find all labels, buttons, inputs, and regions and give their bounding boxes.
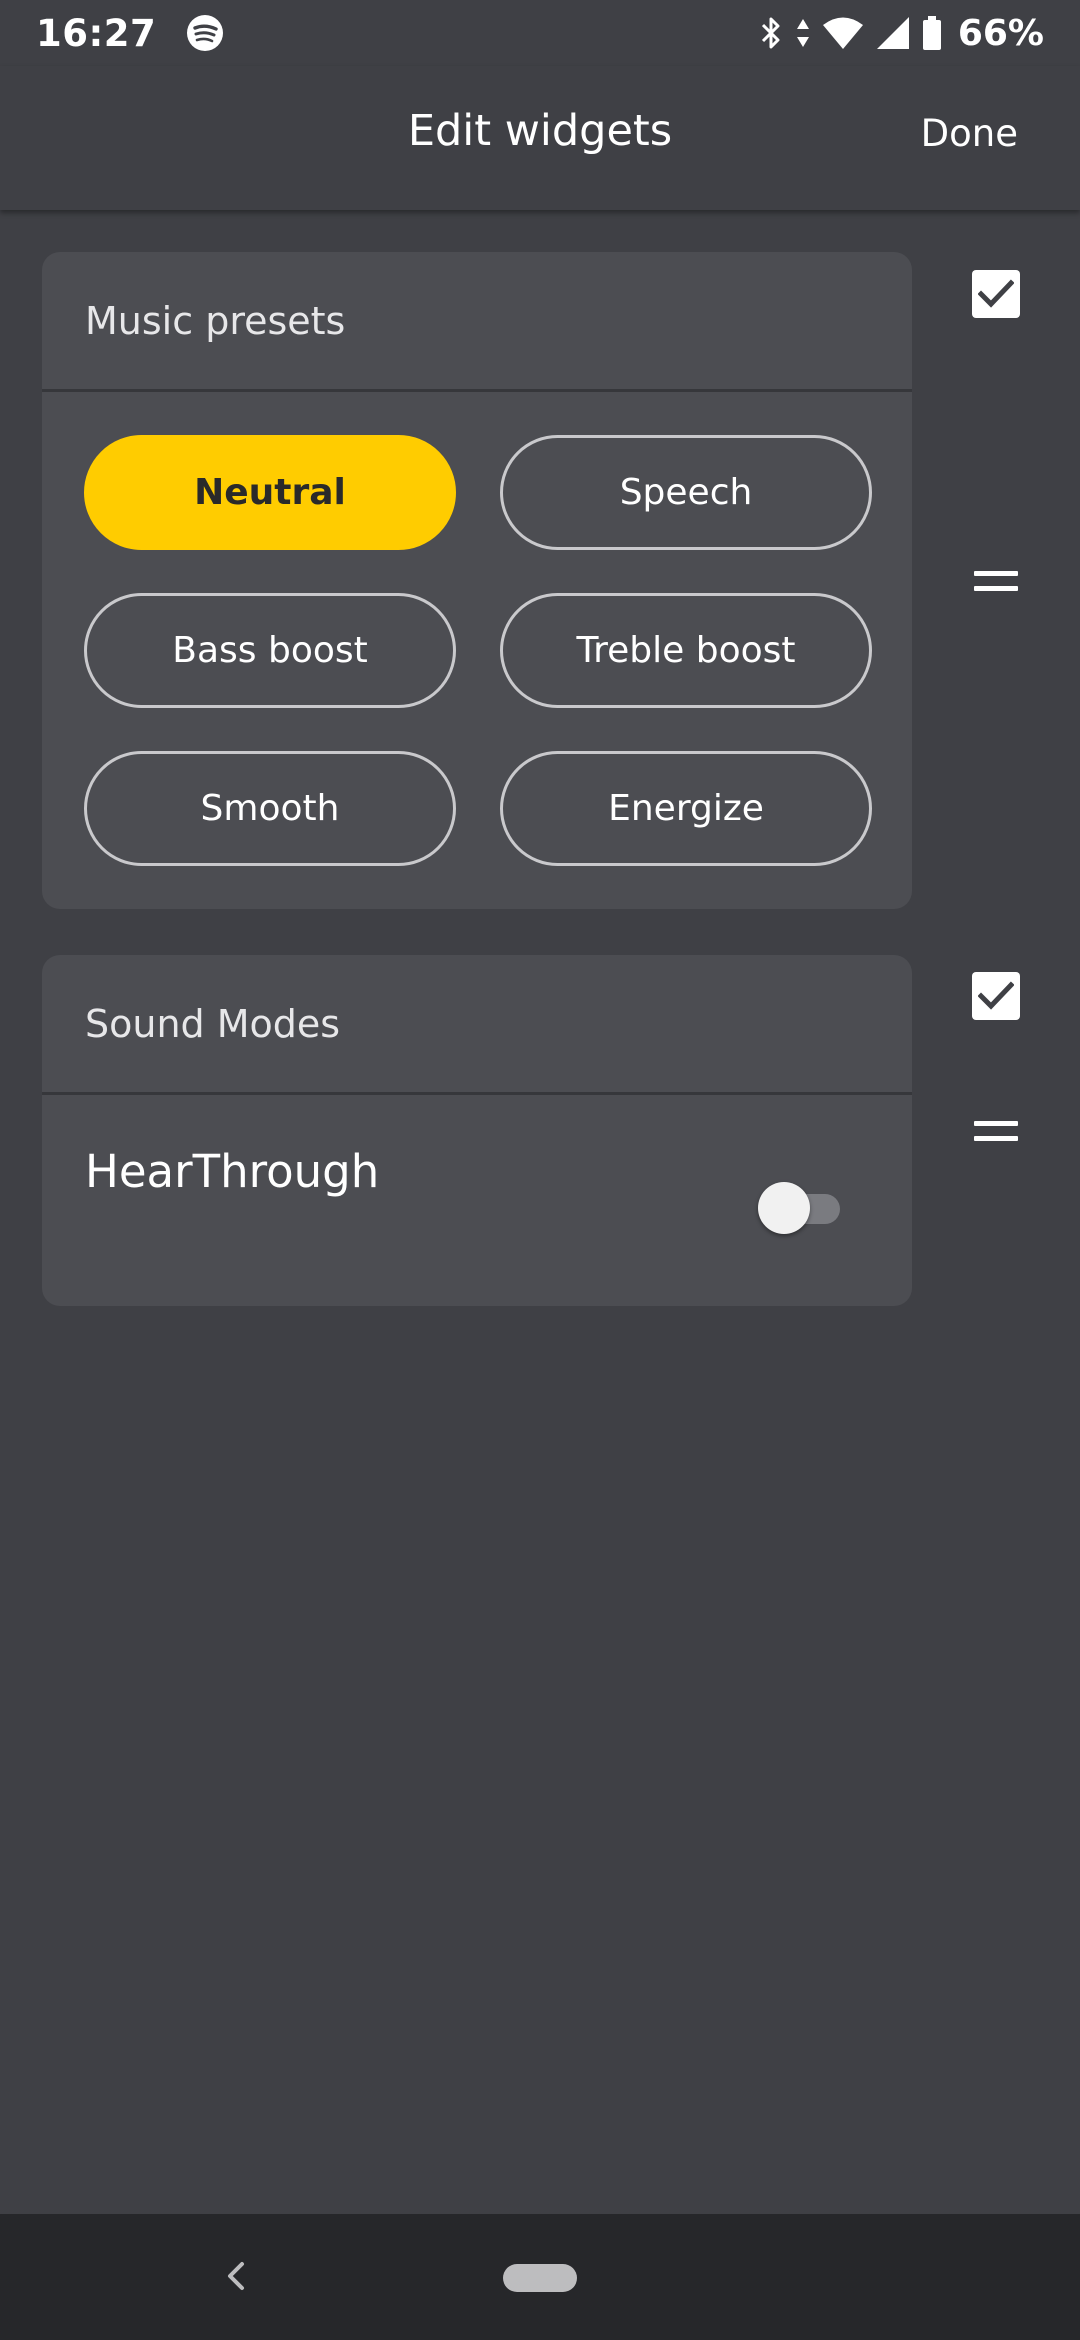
preset-bass-boost-button[interactable]: Bass boost: [84, 593, 456, 708]
status-time: 16:27: [36, 11, 157, 55]
checkmark-icon: [978, 981, 1014, 1010]
preset-neutral-button[interactable]: Neutral: [84, 435, 456, 550]
wifi-icon: [822, 17, 863, 49]
preset-grid: Neutral Speech Bass boost Treble boost S…: [84, 435, 872, 866]
music-presets-title: Music presets: [42, 252, 912, 392]
data-arrows-icon: [796, 19, 809, 47]
screen: 16:27 66% Edit widgets Done Music preset…: [0, 0, 1080, 2340]
sound-modes-checkbox[interactable]: [972, 972, 1020, 1020]
battery-icon: [922, 16, 941, 50]
spotify-icon: [187, 15, 224, 51]
signal-icon: [876, 17, 909, 49]
preset-treble-boost-button[interactable]: Treble boost: [500, 593, 872, 708]
bluetooth-icon: [761, 17, 780, 49]
app-header: Edit widgets Done: [0, 66, 1080, 210]
preset-speech-button[interactable]: Speech: [500, 435, 872, 550]
done-button[interactable]: Done: [921, 112, 1018, 155]
music-presets-checkbox[interactable]: [972, 270, 1020, 318]
home-pill-button[interactable]: [503, 2264, 577, 2292]
preset-energize-button[interactable]: Energize: [500, 751, 872, 866]
hearthrough-label: HearThrough: [85, 1145, 380, 1198]
hearthrough-toggle[interactable]: [758, 1180, 844, 1234]
sound-modes-widget: Sound Modes HearThrough: [42, 955, 912, 1306]
status-icons: 66%: [758, 13, 1044, 54]
sound-modes-drag-handle-icon[interactable]: [974, 1121, 1018, 1145]
battery-percentage: 66%: [957, 12, 1044, 54]
navigation-bar: [0, 2214, 1080, 2340]
sound-modes-title: Sound Modes: [42, 955, 912, 1095]
music-presets-widget: Music presets Neutral Speech Bass boost …: [42, 252, 912, 909]
checkmark-icon: [978, 279, 1014, 308]
hearthrough-row: HearThrough: [42, 1095, 912, 1303]
page-title: Edit widgets: [407, 106, 673, 156]
status-bar: 16:27 66%: [0, 0, 1080, 66]
music-presets-drag-handle-icon[interactable]: [974, 571, 1018, 595]
preset-smooth-button[interactable]: Smooth: [84, 751, 456, 866]
toggle-thumb: [758, 1182, 810, 1234]
back-icon[interactable]: [216, 2254, 256, 2298]
